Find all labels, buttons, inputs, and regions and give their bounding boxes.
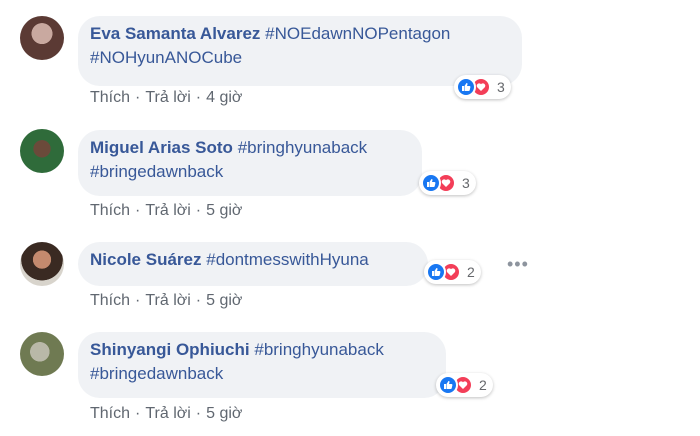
separator: · — [195, 202, 202, 219]
timestamp-link[interactable]: 5 giờ — [206, 292, 242, 309]
separator: · — [195, 292, 202, 309]
separator: · — [135, 292, 141, 309]
avatar[interactable] — [20, 242, 64, 286]
reaction-summary[interactable]: 3 — [419, 171, 476, 195]
like-icon — [456, 77, 476, 97]
avatar[interactable] — [20, 332, 64, 376]
separator: · — [195, 405, 202, 422]
reply-link[interactable]: Trả lời — [145, 292, 190, 309]
like-link[interactable]: Thích — [90, 292, 130, 309]
commenter-name[interactable]: Eva Samanta Alvarez — [90, 24, 260, 43]
like-link[interactable]: Thích — [90, 89, 130, 106]
hashtag-link[interactable]: #dontmesswithHyuna — [206, 250, 369, 269]
timestamp-link[interactable]: 5 giờ — [206, 405, 242, 422]
comment-actions: Thích · Trả lời · 5 giờ — [90, 202, 242, 220]
hashtag-link[interactable]: #bringedawnback — [90, 162, 223, 181]
commenter-name[interactable]: Nicole Suárez — [90, 250, 202, 269]
hashtag-link[interactable]: #bringedawnback — [90, 364, 223, 383]
commenter-name[interactable]: Miguel Arias Soto — [90, 138, 233, 157]
reaction-count: 2 — [479, 377, 487, 393]
timestamp-link[interactable]: 4 giờ — [206, 89, 242, 106]
reaction-count: 3 — [462, 175, 470, 191]
comment-bubble: Shinyangi Ophiuchi #bringhyunaback #brin… — [78, 332, 446, 398]
like-icon — [426, 262, 446, 282]
timestamp-link[interactable]: 5 giờ — [206, 202, 242, 219]
comment-bubble: Nicole Suárez #dontmesswithHyuna — [78, 242, 428, 286]
reply-link[interactable]: Trả lời — [145, 405, 190, 422]
reaction-count: 3 — [497, 79, 505, 95]
like-icon — [421, 173, 441, 193]
like-icon — [438, 375, 458, 395]
separator: · — [195, 89, 202, 106]
comment-actions: Thích · Trả lời · 4 giờ — [90, 89, 242, 107]
reaction-summary[interactable]: 3 — [454, 75, 511, 99]
separator: · — [135, 405, 141, 422]
comment-bubble: Eva Samanta Alvarez #NOEdawnNOPentagon #… — [78, 16, 522, 86]
commenter-name[interactable]: Shinyangi Ophiuchi — [90, 340, 250, 359]
reply-link[interactable]: Trả lời — [145, 202, 190, 219]
separator: · — [135, 202, 141, 219]
reply-link[interactable]: Trả lời — [145, 89, 190, 106]
avatar[interactable] — [20, 16, 64, 60]
reaction-summary[interactable]: 2 — [424, 260, 481, 284]
hashtag-link[interactable]: #bringhyunaback — [254, 340, 383, 359]
like-link[interactable]: Thích — [90, 405, 130, 422]
avatar[interactable] — [20, 129, 64, 173]
separator: · — [135, 89, 141, 106]
like-link[interactable]: Thích — [90, 202, 130, 219]
comment-actions: Thích · Trả lời · 5 giờ — [90, 405, 242, 423]
reaction-summary[interactable]: 2 — [436, 373, 493, 397]
reaction-count: 2 — [467, 264, 475, 280]
hashtag-link[interactable]: #NOHyunANOCube — [90, 48, 242, 67]
more-options-icon[interactable]: ••• — [507, 254, 529, 275]
comment-actions: Thích · Trả lời · 5 giờ — [90, 292, 242, 310]
comment-bubble: Miguel Arias Soto #bringhyunaback #bring… — [78, 130, 422, 196]
hashtag-link[interactable]: #NOEdawnNOPentagon — [265, 24, 450, 43]
hashtag-link[interactable]: #bringhyunaback — [238, 138, 367, 157]
